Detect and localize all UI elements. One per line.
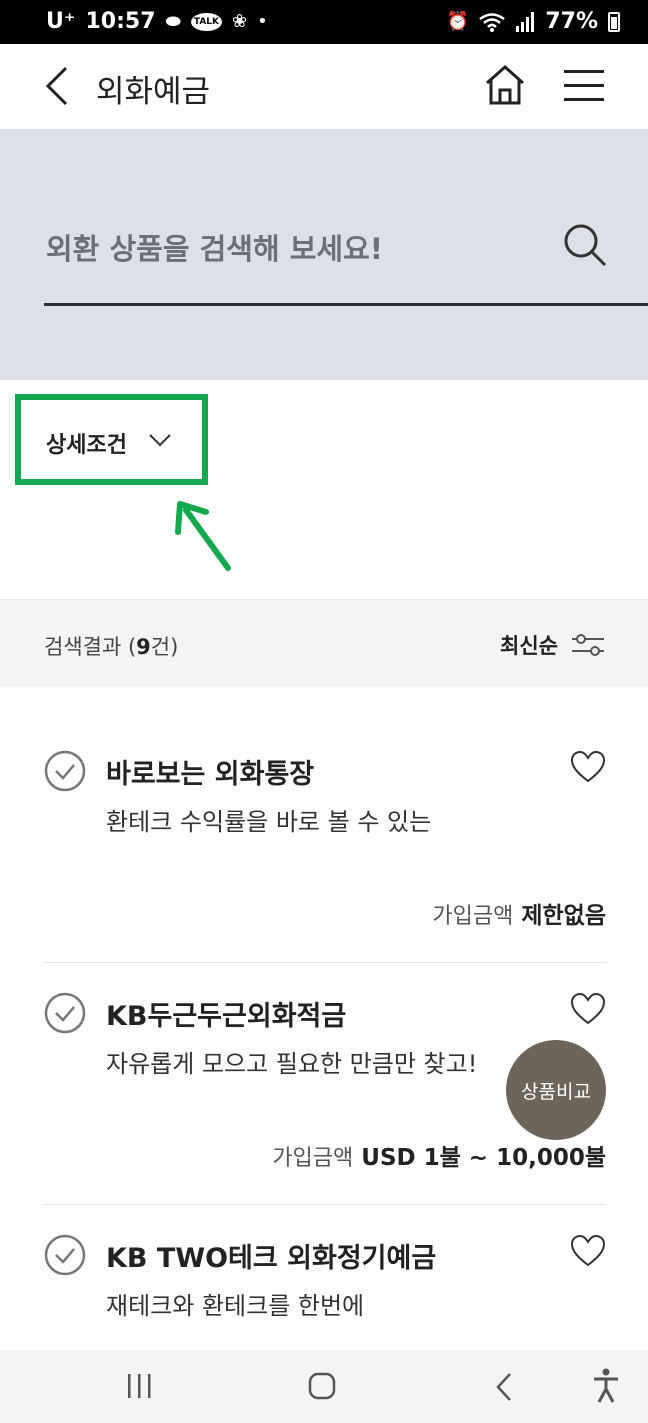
results-count-number: 9 (136, 635, 151, 659)
home-button-icon[interactable] (308, 1372, 336, 1400)
product-description: 자유롭게 모으고 필요한 만큼만 찾고! (106, 1050, 478, 1078)
sort-label: 최신순 (500, 634, 558, 658)
page-title: 외화예금 (96, 74, 211, 110)
notification-dot: • (257, 11, 268, 32)
product-item[interactable]: KB TWO테크 외화정기예금 재테크와 환테크를 한번에 (44, 1234, 606, 1334)
filter-sliders-icon (572, 634, 604, 656)
heart-icon[interactable] (570, 992, 606, 1026)
product-name: KB TWO테크 외화정기예금 (106, 1243, 437, 1274)
product-item[interactable]: 바로보는 외화통장 환테크 수익률을 바로 볼 수 있는 가입금액 제한없음 (44, 750, 606, 930)
kakaotalk-icon: TALK (190, 12, 223, 31)
carrier-label: U⁺ (46, 9, 76, 34)
check-circle-icon[interactable] (44, 750, 86, 792)
search-input[interactable]: 외환 상품을 검색해 보세요! (46, 226, 383, 268)
compare-products-button[interactable]: 상품비교 (506, 1040, 606, 1140)
clock: 10:57 (85, 9, 156, 34)
check-circle-icon[interactable] (44, 1234, 86, 1276)
product-amount: 가입금액 제한없음 (432, 903, 606, 929)
chevron-down-icon[interactable] (148, 432, 172, 448)
product-name: 바로보는 외화통장 (106, 759, 315, 790)
detail-condition-toggle[interactable]: 상세조건 (46, 427, 127, 459)
search-icon[interactable] (562, 222, 608, 268)
results-bar: 검색결과 (9건) 최신순 (0, 599, 648, 687)
accessibility-icon[interactable] (592, 1368, 620, 1404)
pointer-arrow-annotation (175, 501, 231, 571)
sort-button[interactable]: 최신순 (500, 630, 606, 660)
product-name: KB두근두근외화적금 (106, 1001, 347, 1032)
results-count: 검색결과 (9건) (44, 635, 179, 659)
back-arrow-icon[interactable] (40, 64, 76, 108)
signal-icon (516, 11, 535, 32)
wifi-icon (479, 12, 506, 32)
rabbit-icon: ❀ (232, 11, 248, 32)
back-button-icon[interactable] (494, 1372, 514, 1402)
product-description: 환테크 수익률을 바로 볼 수 있는 (106, 808, 432, 836)
alarm-icon: ⏰ (446, 11, 470, 32)
heart-icon[interactable] (570, 750, 606, 784)
heart-icon[interactable] (570, 1234, 606, 1268)
status-bar: U⁺ 10:57 ⬬ TALK ❀ • ⏰ 77% (0, 0, 648, 44)
search-section: 외환 상품을 검색해 보세요! (0, 129, 648, 380)
product-description: 재테크와 환테크를 한번에 (106, 1292, 365, 1320)
check-circle-icon[interactable] (44, 992, 86, 1034)
divider (44, 1204, 606, 1205)
home-icon[interactable] (482, 62, 528, 108)
battery-icon (608, 11, 620, 32)
product-amount: 가입금액 USD 1불 ~ 10,000불 (272, 1145, 606, 1171)
app-header: 외화예금 (0, 44, 648, 129)
battery-percent: 77% (545, 9, 598, 34)
search-underline (44, 303, 648, 306)
system-nav-bar (0, 1350, 648, 1423)
divider (44, 962, 606, 963)
hamburger-menu-icon[interactable] (562, 66, 606, 106)
pill-icon: ⬬ (165, 11, 181, 32)
recent-apps-icon[interactable] (126, 1372, 154, 1400)
